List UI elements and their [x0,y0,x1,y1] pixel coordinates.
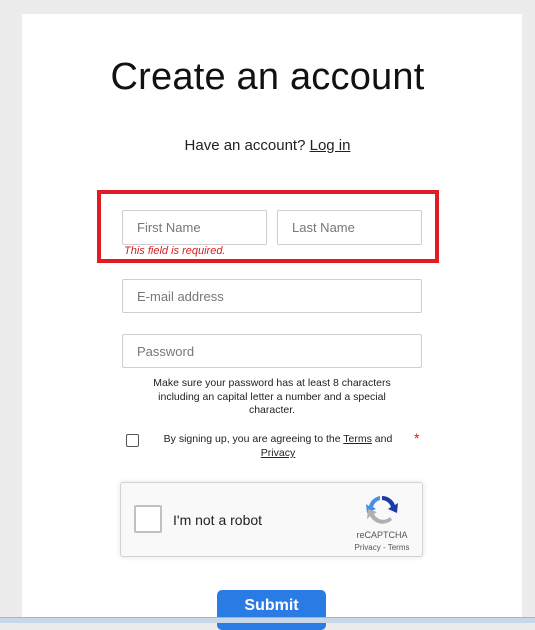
recaptcha-label: I'm not a robot [173,512,263,528]
recaptcha-checkbox[interactable] [134,505,162,533]
terms-checkbox[interactable] [126,434,139,447]
window-bottom-edge [0,617,535,623]
email-input[interactable] [122,279,422,313]
password-hint: Make sure your password has at least 8 c… [153,377,391,416]
terms-link[interactable]: Terms [343,433,372,445]
password-input[interactable] [122,334,422,368]
recaptcha-privacy-terms[interactable]: Privacy - Terms [347,543,417,552]
recaptcha-brand: reCAPTCHA [356,530,408,540]
name-fields-highlight [97,190,439,263]
login-link[interactable]: Log in [310,137,351,154]
privacy-link[interactable]: Privacy [261,447,295,459]
have-account-text: Have an account? [184,137,306,154]
page-title: Create an account [110,56,425,98]
have-account-row: Have an account? Log in [0,137,535,154]
submit-button[interactable]: Submit [217,590,326,630]
required-asterisk: * [414,430,420,446]
terms-and: and [374,433,393,445]
terms-text: By signing up, you are agreeing to the T… [150,432,406,460]
recaptcha-widget: I'm not a robot reCAPTCHA Privacy - Term… [120,482,423,557]
terms-prefix: By signing up, you are agreeing to the [163,433,341,445]
recaptcha-logo-icon [366,496,398,524]
